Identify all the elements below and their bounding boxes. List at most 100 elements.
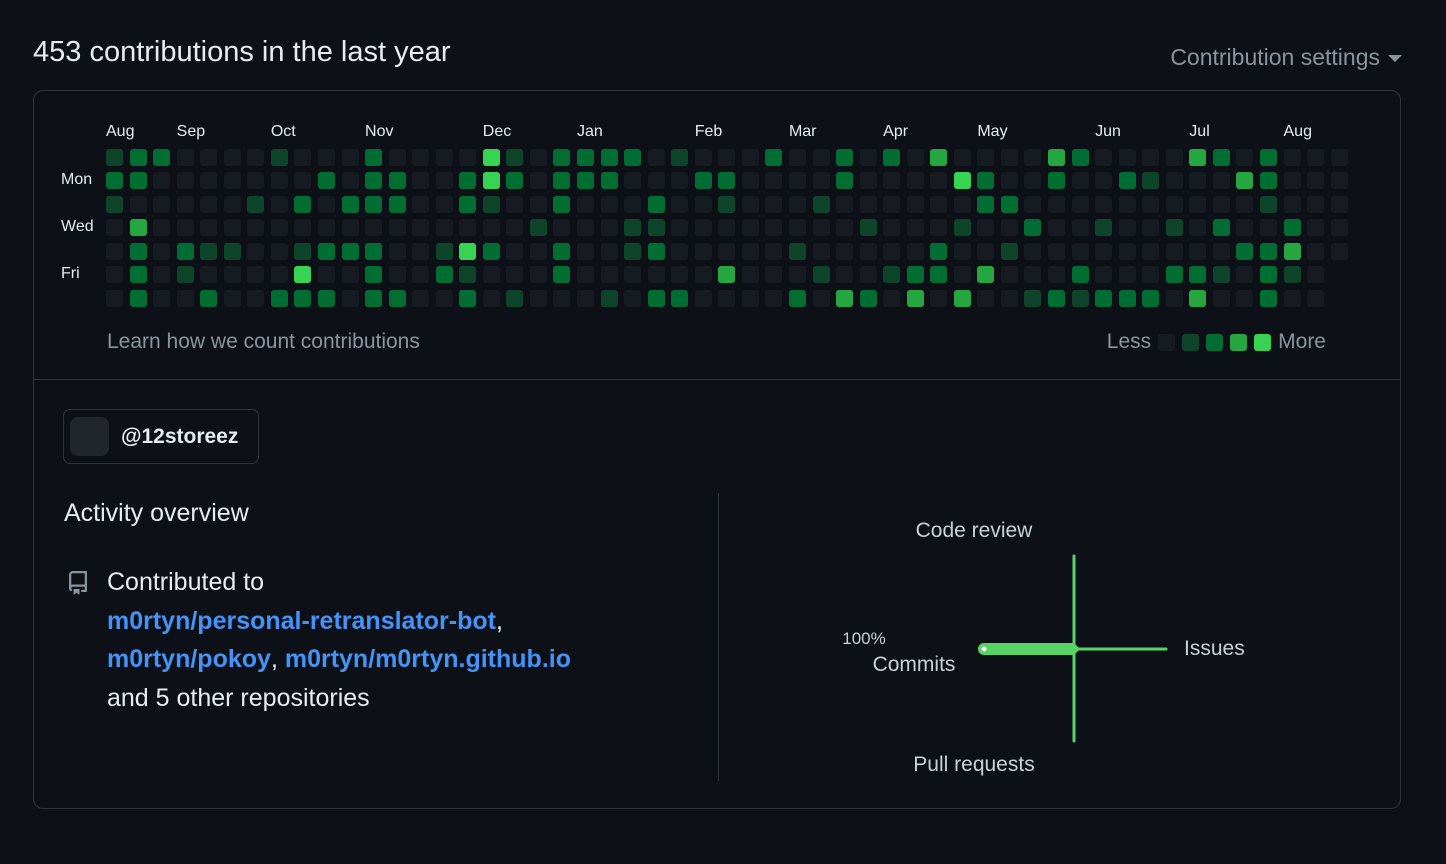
calendar-day-cell[interactable] — [200, 195, 218, 213]
calendar-day-cell[interactable] — [883, 149, 901, 166]
calendar-day-cell[interactable] — [365, 289, 383, 307]
repo-link-personal-retranslator-bot[interactable]: m0rtyn/personal-retranslator-bot — [107, 607, 496, 635]
calendar-day-cell[interactable] — [977, 149, 995, 166]
calendar-day-cell[interactable] — [129, 149, 147, 166]
calendar-day-cell[interactable] — [1024, 172, 1042, 190]
calendar-day-cell[interactable] — [1189, 289, 1207, 307]
calendar-day-cell[interactable] — [459, 266, 477, 284]
calendar-day-cell[interactable] — [270, 172, 288, 190]
calendar-day-cell[interactable] — [765, 195, 783, 213]
calendar-day-cell[interactable] — [1330, 195, 1348, 213]
calendar-day-cell[interactable] — [1236, 219, 1254, 237]
calendar-day-cell[interactable] — [106, 149, 123, 166]
calendar-day-cell[interactable] — [624, 289, 642, 307]
calendar-day-cell[interactable] — [459, 289, 477, 307]
calendar-day-cell[interactable] — [176, 266, 194, 284]
calendar-day-cell[interactable] — [718, 149, 736, 166]
contribution-settings-dropdown[interactable]: Contribution settings — [1170, 44, 1402, 71]
calendar-day-cell[interactable] — [553, 149, 571, 166]
calendar-day-cell[interactable] — [600, 219, 618, 237]
calendar-day-cell[interactable] — [953, 289, 971, 307]
calendar-day-cell[interactable] — [1118, 172, 1136, 190]
calendar-day-cell[interactable] — [506, 149, 524, 166]
calendar-day-cell[interactable] — [553, 266, 571, 284]
calendar-day-cell[interactable] — [600, 195, 618, 213]
calendar-day-cell[interactable] — [153, 195, 171, 213]
calendar-day-cell[interactable] — [506, 266, 524, 284]
calendar-day-cell[interactable] — [930, 219, 948, 237]
calendar-day-cell[interactable] — [741, 195, 759, 213]
calendar-day-cell[interactable] — [1330, 149, 1348, 166]
calendar-day-cell[interactable] — [129, 242, 147, 260]
calendar-day-cell[interactable] — [223, 172, 241, 190]
calendar-day-cell[interactable] — [412, 266, 430, 284]
learn-link[interactable]: Learn how we count contributions — [107, 330, 420, 354]
calendar-day-cell[interactable] — [1212, 149, 1230, 166]
calendar-day-cell[interactable] — [365, 195, 383, 213]
calendar-day-cell[interactable] — [294, 195, 312, 213]
calendar-day-cell[interactable] — [836, 219, 854, 237]
calendar-day-cell[interactable] — [930, 289, 948, 307]
calendar-day-cell[interactable] — [977, 289, 995, 307]
calendar-day-cell[interactable] — [624, 219, 642, 237]
calendar-day-cell[interactable] — [317, 266, 335, 284]
calendar-day-cell[interactable] — [482, 289, 500, 307]
calendar-day-cell[interactable] — [1236, 242, 1254, 260]
calendar-day-cell[interactable] — [694, 219, 712, 237]
calendar-day-cell[interactable] — [694, 266, 712, 284]
calendar-day-cell[interactable] — [1283, 266, 1301, 284]
calendar-day-cell[interactable] — [788, 289, 806, 307]
calendar-day-cell[interactable] — [270, 242, 288, 260]
calendar-day-cell[interactable] — [1000, 149, 1018, 166]
calendar-day-cell[interactable] — [577, 172, 594, 190]
calendar-day-cell[interactable] — [577, 266, 594, 284]
calendar-day-cell[interactable] — [129, 195, 147, 213]
calendar-day-cell[interactable] — [482, 149, 500, 166]
calendar-day-cell[interactable] — [647, 149, 665, 166]
calendar-day-cell[interactable] — [1236, 172, 1254, 190]
calendar-day-cell[interactable] — [294, 266, 312, 284]
calendar-day-cell[interactable] — [812, 242, 830, 260]
calendar-day-cell[interactable] — [388, 172, 406, 190]
calendar-day-cell[interactable] — [1259, 219, 1277, 237]
calendar-day-cell[interactable] — [365, 242, 383, 260]
calendar-day-cell[interactable] — [1071, 149, 1089, 166]
calendar-day-cell[interactable] — [741, 219, 759, 237]
calendar-day-cell[interactable] — [482, 242, 500, 260]
calendar-day-cell[interactable] — [247, 149, 265, 166]
calendar-day-cell[interactable] — [1142, 172, 1160, 190]
calendar-day-cell[interactable] — [718, 266, 736, 284]
calendar-day-cell[interactable] — [1095, 242, 1113, 260]
calendar-day-cell[interactable] — [765, 149, 783, 166]
calendar-day-cell[interactable] — [1048, 195, 1065, 213]
calendar-day-cell[interactable] — [435, 289, 453, 307]
calendar-day-cell[interactable] — [247, 172, 265, 190]
calendar-day-cell[interactable] — [741, 172, 759, 190]
calendar-day-cell[interactable] — [176, 195, 194, 213]
calendar-day-cell[interactable] — [836, 266, 854, 284]
calendar-day-cell[interactable] — [1259, 242, 1277, 260]
calendar-day-cell[interactable] — [1307, 195, 1325, 213]
calendar-day-cell[interactable] — [1189, 149, 1207, 166]
calendar-day-cell[interactable] — [200, 219, 218, 237]
calendar-day-cell[interactable] — [270, 195, 288, 213]
calendar-day-cell[interactable] — [1118, 242, 1136, 260]
calendar-day-cell[interactable] — [600, 172, 618, 190]
calendar-day-cell[interactable] — [906, 172, 924, 190]
calendar-day-cell[interactable] — [1095, 172, 1113, 190]
calendar-day-cell[interactable] — [341, 242, 359, 260]
calendar-day-cell[interactable] — [624, 172, 642, 190]
calendar-day-cell[interactable] — [506, 172, 524, 190]
calendar-day-cell[interactable] — [600, 149, 618, 166]
calendar-day-cell[interactable] — [1307, 172, 1325, 190]
calendar-day-cell[interactable] — [1071, 289, 1089, 307]
calendar-day-cell[interactable] — [694, 195, 712, 213]
calendar-day-cell[interactable] — [718, 219, 736, 237]
calendar-day-cell[interactable] — [482, 172, 500, 190]
calendar-day-cell[interactable] — [388, 266, 406, 284]
calendar-day-cell[interactable] — [1000, 219, 1018, 237]
calendar-day-cell[interactable] — [412, 149, 430, 166]
calendar-day-cell[interactable] — [1095, 219, 1113, 237]
calendar-day-cell[interactable] — [906, 289, 924, 307]
calendar-day-cell[interactable] — [1095, 195, 1113, 213]
